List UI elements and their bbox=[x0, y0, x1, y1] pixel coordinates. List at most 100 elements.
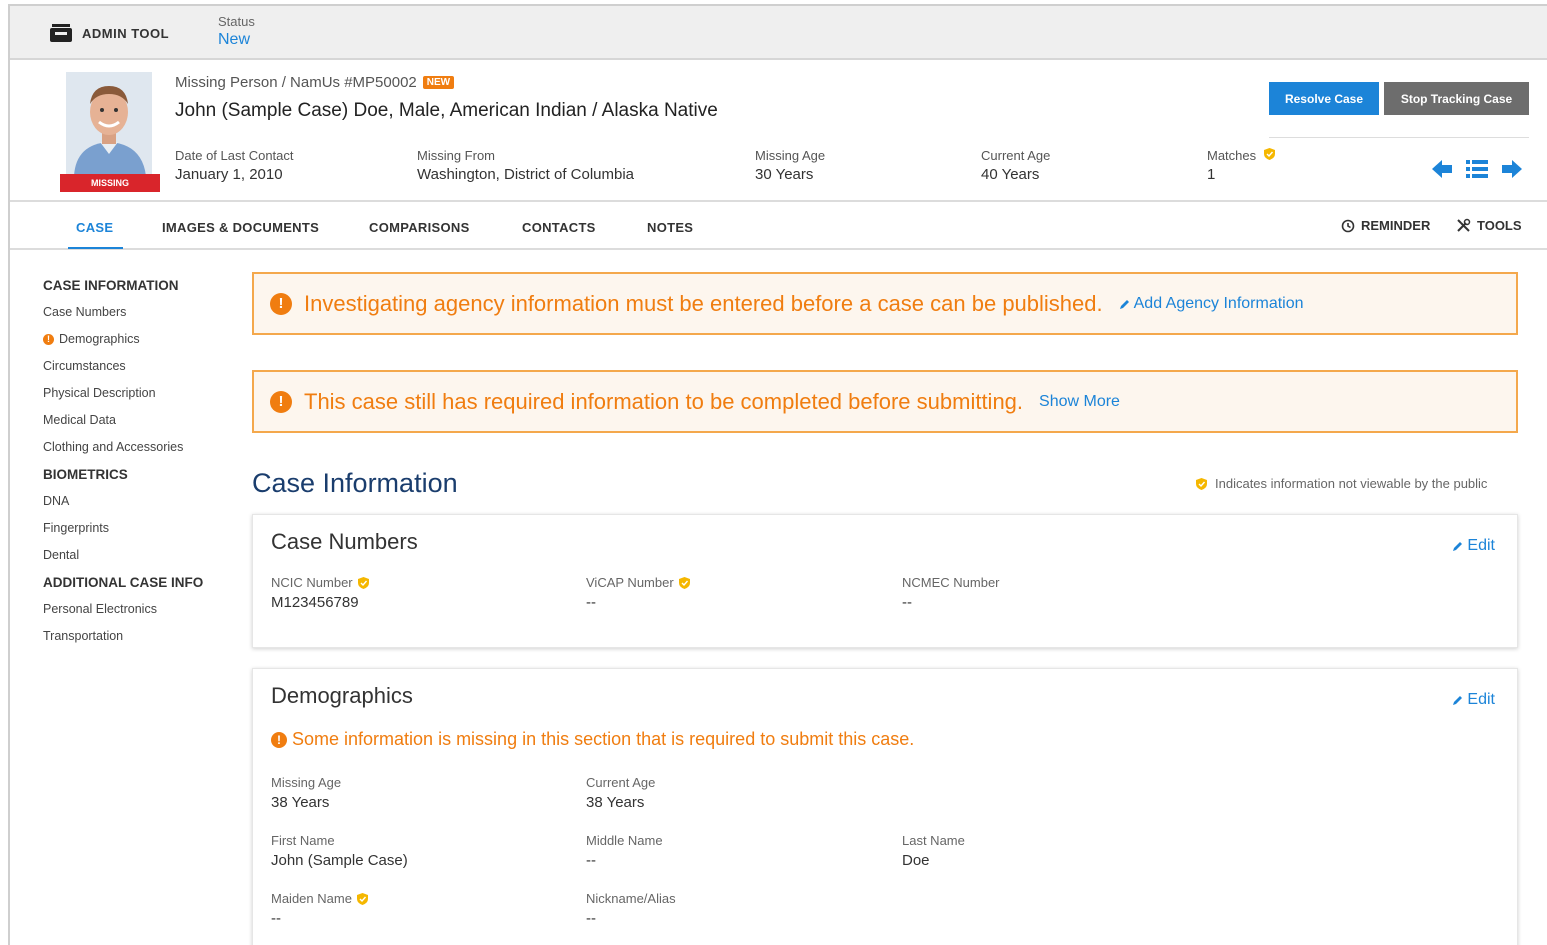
card-title: Demographics bbox=[271, 683, 413, 708]
tools-button[interactable]: TOOLS bbox=[1456, 218, 1522, 233]
tools-label: TOOLS bbox=[1477, 218, 1522, 233]
sidebar-item-physical-description[interactable]: Physical Description bbox=[43, 380, 233, 407]
field-value: 38 Years bbox=[271, 794, 330, 811]
field-middle-name: Middle Name -- bbox=[586, 833, 663, 869]
meta-label: Matches bbox=[1207, 148, 1275, 163]
field-label: ViCAP Number bbox=[586, 575, 690, 590]
sidebar-heading[interactable]: CASE INFORMATION bbox=[43, 272, 233, 299]
shield-icon bbox=[357, 576, 369, 589]
case-numbers-card: Case Numbers Edit NCIC Number M123456789… bbox=[252, 514, 1518, 648]
field-label: Missing Age bbox=[271, 775, 342, 790]
field-label: Middle Name bbox=[586, 833, 663, 848]
tab-images-documents[interactable]: IMAGES & DOCUMENTS bbox=[162, 220, 319, 235]
field-ncmec: NCMEC Number -- bbox=[902, 575, 1000, 611]
status-label: Status bbox=[218, 14, 255, 29]
pencil-icon bbox=[1119, 299, 1129, 309]
show-more-link[interactable]: Show More bbox=[1039, 393, 1120, 411]
sidebar-item-label: Case Numbers bbox=[43, 305, 127, 319]
field-value: M123456789 bbox=[271, 594, 359, 611]
case-header: MISSING Missing Person / NamUs #MP50002 … bbox=[10, 62, 1547, 202]
resolve-case-button[interactable]: Resolve Case bbox=[1269, 82, 1379, 115]
sidebar-heading[interactable]: ADDITIONAL CASE INFO bbox=[43, 569, 233, 596]
meta-value: 40 Years bbox=[981, 166, 1040, 183]
sidebar-item-label: DNA bbox=[43, 494, 70, 508]
reminder-button[interactable]: REMINDER bbox=[1341, 218, 1430, 233]
admin-bar: ADMIN TOOL Status New bbox=[10, 6, 1547, 60]
sidebar-item-circumstances[interactable]: Circumstances bbox=[43, 353, 233, 380]
status-block: Status New bbox=[218, 14, 255, 49]
field-label-text: NCIC Number bbox=[271, 575, 353, 590]
warning-icon: ! bbox=[43, 334, 54, 345]
case-photo[interactable]: MISSING bbox=[60, 72, 160, 192]
sidebar-item-label: Clothing and Accessories bbox=[43, 440, 184, 454]
list-icon[interactable] bbox=[1466, 160, 1488, 178]
warning-icon: ! bbox=[271, 731, 287, 748]
tools-icon bbox=[1457, 218, 1471, 232]
warning-icon: ! bbox=[270, 292, 292, 315]
field-value: -- bbox=[902, 594, 912, 611]
app-frame: ADMIN TOOL Status New MISSING Missing Pe… bbox=[8, 4, 1547, 945]
field-label: Nickname/Alias bbox=[586, 891, 676, 906]
edit-label: Edit bbox=[1467, 691, 1495, 708]
sidebar-item-clothing[interactable]: Clothing and Accessories bbox=[43, 434, 233, 461]
field-label: Maiden Name bbox=[271, 891, 368, 906]
sidebar-item-dna[interactable]: DNA bbox=[43, 488, 233, 515]
meta-current-age: Current Age 40 Years bbox=[981, 148, 1050, 183]
sidebar-item-demographics[interactable]: ! Demographics bbox=[43, 326, 233, 353]
alert-text: This case still has required information… bbox=[304, 388, 1024, 414]
tab-comparisons[interactable]: COMPARISONS bbox=[369, 220, 470, 235]
warning-text: Some information is missing in this sect… bbox=[292, 729, 915, 749]
tab-case[interactable]: CASE bbox=[67, 220, 124, 249]
field-label: NCIC Number bbox=[271, 575, 369, 590]
arrow-right-icon[interactable] bbox=[1502, 160, 1522, 178]
meta-matches[interactable]: Matches 1 bbox=[1207, 148, 1275, 183]
sidebar-heading[interactable]: BIOMETRICS bbox=[43, 461, 233, 488]
section-title: Case Information bbox=[252, 468, 458, 498]
meta-label: Missing Age bbox=[755, 148, 826, 163]
admin-tool-button[interactable]: ADMIN TOOL bbox=[48, 22, 169, 44]
field-value: Doe bbox=[902, 852, 930, 869]
sidebar-item-case-numbers[interactable]: Case Numbers bbox=[43, 299, 233, 326]
shield-icon bbox=[356, 892, 368, 905]
stop-tracking-button[interactable]: Stop Tracking Case bbox=[1384, 82, 1529, 115]
arrow-left-icon[interactable] bbox=[1432, 160, 1452, 178]
meta-value: 30 Years bbox=[755, 166, 814, 183]
tab-contacts[interactable]: CONTACTS bbox=[522, 220, 596, 235]
edit-label: Edit bbox=[1467, 537, 1495, 554]
case-sidebar: CASE INFORMATION Case Numbers ! Demograph… bbox=[43, 272, 233, 650]
clock-icon bbox=[1341, 219, 1355, 232]
sidebar-item-fingerprints[interactable]: Fingerprints bbox=[43, 515, 233, 542]
header-divider bbox=[1269, 137, 1529, 138]
edit-case-numbers-button[interactable]: Edit bbox=[1452, 537, 1495, 555]
sidebar-item-label: Medical Data bbox=[43, 413, 116, 427]
case-subtitle: Missing Person / NamUs #MP50002 bbox=[175, 74, 417, 91]
sidebar-item-transportation[interactable]: Transportation bbox=[43, 623, 233, 650]
reminder-label: REMINDER bbox=[1361, 218, 1431, 233]
warning-icon: ! bbox=[270, 390, 292, 413]
sidebar-item-label: Personal Electronics bbox=[43, 602, 157, 616]
field-missing-age: Missing Age 38 Years bbox=[271, 775, 341, 811]
meta-label: Missing From bbox=[417, 148, 496, 163]
inbox-tray-icon bbox=[50, 24, 72, 42]
edit-demographics-button[interactable]: Edit bbox=[1452, 691, 1495, 709]
admin-tool-label: ADMIN TOOL bbox=[82, 25, 170, 41]
sidebar-item-label: Physical Description bbox=[43, 386, 156, 400]
field-value: -- bbox=[586, 910, 596, 927]
add-agency-link[interactable]: Add Agency Information bbox=[1119, 295, 1304, 313]
field-label-text: Maiden Name bbox=[271, 891, 352, 906]
sidebar-item-label: Fingerprints bbox=[43, 521, 109, 535]
sidebar-item-personal-electronics[interactable]: Personal Electronics bbox=[43, 596, 233, 623]
field-value: -- bbox=[271, 910, 281, 927]
new-badge: NEW bbox=[422, 76, 455, 89]
field-label: NCMEC Number bbox=[902, 575, 1000, 590]
required-info-alert: ! This case still has required informati… bbox=[252, 370, 1518, 433]
meta-value: January 1, 2010 bbox=[175, 166, 283, 183]
alert-link-label: Add Agency Information bbox=[1133, 294, 1304, 312]
sidebar-item-label: Dental bbox=[43, 548, 80, 562]
tab-notes[interactable]: NOTES bbox=[647, 220, 693, 235]
sidebar-item-medical-data[interactable]: Medical Data bbox=[43, 407, 233, 434]
case-subtitle-row: Missing Person / NamUs #MP50002 NEW bbox=[175, 74, 455, 91]
meta-value: 1 bbox=[1207, 166, 1216, 183]
agency-alert: ! Investigating agency information must … bbox=[252, 272, 1518, 335]
sidebar-item-dental[interactable]: Dental bbox=[43, 542, 233, 569]
